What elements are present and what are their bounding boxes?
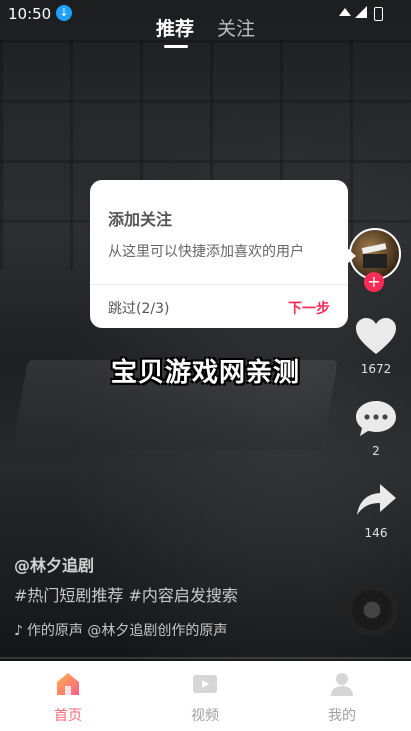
video-icon [193,675,217,693]
guide-title: 添加关注 [108,210,173,229]
heart-icon [356,318,396,354]
nav-video-label: 视频 [191,708,219,724]
comment-count: 2 [372,444,380,458]
tab-following[interactable]: 关注 [217,14,255,41]
follow-guide-popup: 添加关注 从这里可以快捷添加喜欢的用户 跳过(2/3) 下一步 [90,180,356,328]
share-icon [357,484,396,515]
video-tags[interactable]: #热门短剧推荐 #内容启发搜索 [14,582,238,606]
profile-icon [331,673,353,696]
tab-recommend[interactable]: 推荐 [156,14,194,41]
nav-home[interactable]: 首页 [33,671,103,725]
share-button[interactable]: 146 [341,480,411,540]
bottom-nav: 首页 视频 我的 [0,661,411,731]
music-note-icon: ♪ [14,623,23,639]
nav-video[interactable]: 视频 [170,671,240,725]
music-info[interactable]: ♪ 作的原声 @林夕追剧创作的原声 [14,620,264,640]
nav-profile-label: 我的 [328,708,356,724]
video-progress[interactable] [0,657,411,659]
home-icon [57,673,79,695]
music-disc-center [364,602,380,618]
comment-button[interactable]: 2 [341,398,411,458]
tab-indicator [164,45,188,48]
top-tabs: 推荐 关注 [0,14,411,50]
watermark-text: 宝贝游戏网亲测 [110,358,300,388]
guide-skip-button[interactable]: 跳过(2/3) [108,298,169,318]
guide-description: 从这里可以快捷添加喜欢的用户 [108,244,304,260]
guide-next-button[interactable]: 下一步 [288,298,330,318]
comment-icon [356,401,396,436]
guide-divider [90,284,348,285]
share-count: 146 [364,526,388,540]
follow-plus-button[interactable]: + [364,272,384,292]
music-label: 作的原声 @林夕追剧创作的原声 [26,623,228,639]
nav-profile[interactable]: 我的 [307,671,377,725]
nav-home-label: 首页 [54,708,82,724]
music-disc[interactable] [346,584,398,636]
author-name[interactable]: @林夕追剧 [14,552,94,576]
clapper-icon [361,243,387,268]
